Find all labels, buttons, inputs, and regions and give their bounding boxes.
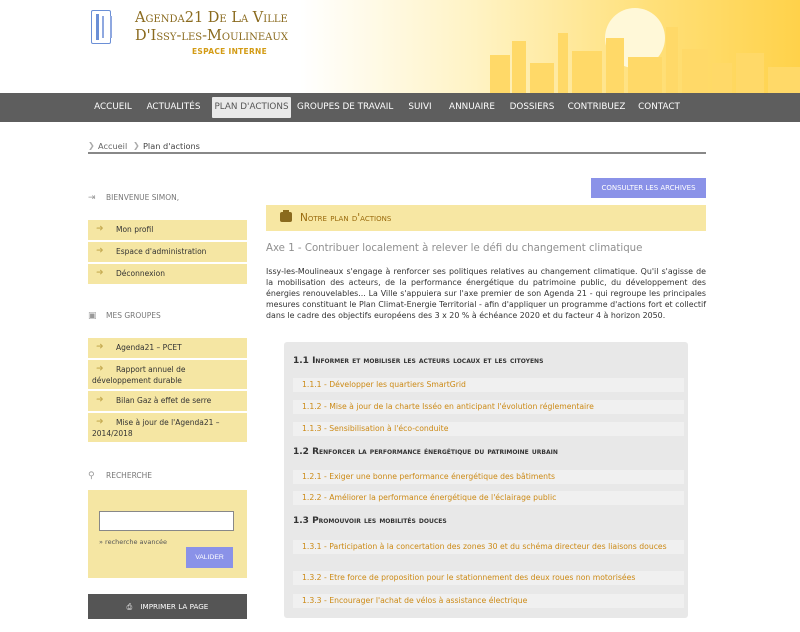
arrow-right-icon: ➜ <box>96 268 104 278</box>
sidebar-group-agenda21-pcet[interactable]: ➜ Agenda21 – PCET <box>88 338 247 360</box>
arrow-right-icon: ➜ <box>96 395 104 405</box>
sidebar-item-deconnexion[interactable]: ➜ Déconnexion <box>88 264 247 286</box>
section-1-3-title: 1.3 Promouvoir les mobilités douces <box>293 516 447 526</box>
section-1-1-title: 1.1 Informer et mobiliser les acteurs lo… <box>293 356 544 366</box>
site-title-line1: Agenda21 De La Ville <box>135 10 288 26</box>
print-page-label: IMPRIMER LA PAGE <box>140 602 209 611</box>
nav-item-dossiers[interactable]: DOSSIERS <box>505 97 559 118</box>
breadcrumb-home-link[interactable]: Accueil <box>98 140 127 152</box>
site-title-line2: D'Issy-les-Moulineaux <box>135 28 288 44</box>
breadcrumb-arrow-icon: ❯ <box>133 141 140 150</box>
arrow-right-icon: ➜ <box>96 364 104 374</box>
search-input[interactable] <box>99 511 234 531</box>
sidebar-group-rapport-annuel[interactable]: ➜ Rapport annuel de développement durable <box>88 360 247 391</box>
nav-item-groupes-travail[interactable]: GROUPES DE TRAVAIL <box>297 97 393 118</box>
printer-icon: ⎙ <box>126 602 133 611</box>
sidebar-item-label: Espace d'administration <box>116 247 207 256</box>
briefcase-icon <box>280 210 292 222</box>
sidebar-item-label: Mon profil <box>116 225 154 234</box>
action-1-1-2-link[interactable]: 1.1.2 - Mise à jour de la charte Isséo e… <box>293 400 684 414</box>
action-1-3-3-link[interactable]: 1.3.3 - Encourager l'achat de vélos à as… <box>293 594 684 608</box>
header-illustration <box>300 0 800 93</box>
login-icon: ⇥ <box>88 193 96 203</box>
search-panel: » recherche avancée VALIDER <box>88 490 247 578</box>
advanced-search-link[interactable]: » recherche avancée <box>99 538 167 546</box>
action-1-3-2-link[interactable]: 1.3.2 - Etre force de proposition pour l… <box>293 571 684 585</box>
sidebar-item-label: Rapport annuel de développement durable <box>92 365 186 385</box>
account-menu: ➜ Mon profil ➜ Espace d'administration ➜ Dé… <box>88 220 247 286</box>
welcome-text: BIENVENUE SIMON, <box>106 193 180 202</box>
nav-item-accueil[interactable]: ACCUEIL <box>88 97 138 118</box>
action-1-3-1-link[interactable]: 1.3.1 - Participation à la concertation … <box>293 540 684 554</box>
sidebar-item-administration[interactable]: ➜ Espace d'administration <box>88 242 247 264</box>
sidebar-item-label: Agenda21 – PCET <box>116 343 182 352</box>
action-1-1-3-link[interactable]: 1.1.3 - Sensibilisation à l'éco-conduite <box>293 422 684 436</box>
action-1-2-1-link[interactable]: 1.2.1 - Exiger une bonne performance éne… <box>293 470 684 484</box>
nav-item-suivi[interactable]: SUIVI <box>402 97 438 118</box>
groups-menu: ➜ Agenda21 – PCET ➜ Rapport annuel de déve… <box>88 338 247 444</box>
action-1-2-2-link[interactable]: 1.2.2 - Améliorer la performance énergét… <box>293 491 684 505</box>
sidebar-item-label: Déconnexion <box>116 269 165 278</box>
breadcrumb: ❯ Accueil ❯ Plan d'actions <box>88 140 706 154</box>
nav-item-annuaire[interactable]: ANNUAIRE <box>444 97 500 118</box>
print-page-button[interactable]: ⎙ IMPRIMER LA PAGE <box>88 594 247 619</box>
welcome-heading: ⇥ BIENVENUE SIMON, <box>88 191 179 205</box>
action-1-1-1-link[interactable]: 1.1.1 - Développer les quartiers SmartGr… <box>293 378 684 392</box>
search-heading-text: RECHERCHE <box>106 471 153 480</box>
action-plan-panel: 1.1 Informer et mobiliser les acteurs lo… <box>284 342 688 618</box>
sidebar-item-profil[interactable]: ➜ Mon profil <box>88 220 247 242</box>
section-1-2-title: 1.2 Renforcer la performance énergétique… <box>293 447 558 457</box>
sidebar-item-label: Mise à jour de l'Agenda21 – 2014/2018 <box>92 418 220 438</box>
section-header: Notre plan d'actions <box>266 205 706 231</box>
archives-button[interactable]: CONSULTER LES ARCHIVES <box>591 178 706 198</box>
nav-item-actualites[interactable]: ACTUALITÉS <box>142 97 205 118</box>
groups-heading-text: MES GROUPES <box>106 311 161 320</box>
site-subtitle: ESPACE INTERNE <box>192 47 268 56</box>
sidebar-item-label: Bilan Gaz à effet de serre <box>116 396 212 405</box>
arrow-right-icon: ➜ <box>96 224 104 234</box>
intro-paragraph: Issy-les-Moulineaux s'engage à renforcer… <box>266 267 706 320</box>
search-heading: ⚲ RECHERCHE <box>88 469 152 483</box>
sidebar-group-mise-a-jour[interactable]: ➜ Mise à jour de l'Agenda21 – 2014/2018 <box>88 413 247 444</box>
nav-item-contact[interactable]: CONTACT <box>634 97 684 118</box>
nav-item-plan-actions[interactable]: PLAN D'ACTIONS <box>212 97 291 118</box>
site-title[interactable]: Agenda21 De La Ville D'Issy-les-Moulinea… <box>135 9 288 45</box>
arrow-right-icon: ➜ <box>96 246 104 256</box>
city-logo[interactable] <box>91 10 112 44</box>
section-title: Notre plan d'actions <box>300 212 392 224</box>
breadcrumb-current: Plan d'actions <box>143 141 200 151</box>
nav-item-contribuez[interactable]: CONTRIBUEZ <box>565 97 628 118</box>
groups-heading: ▣ MES GROUPES <box>88 309 161 323</box>
validate-button[interactable]: VALIDER <box>186 547 233 568</box>
search-icon: ⚲ <box>88 471 95 481</box>
site-header: Agenda21 De La Ville D'Issy-les-Moulinea… <box>0 0 800 93</box>
arrow-right-icon: ➜ <box>96 342 104 352</box>
axe-title: Axe 1 - Contribuer localement à relever … <box>266 243 643 254</box>
sidebar-group-bilan-gaz[interactable]: ➜ Bilan Gaz à effet de serre <box>88 391 247 413</box>
main-nav: ACCUEIL ACTUALITÉS PLAN D'ACTIONS GROUPE… <box>0 93 800 122</box>
breadcrumb-arrow-icon: ❯ <box>88 141 95 150</box>
briefcase-icon: ▣ <box>88 311 97 321</box>
arrow-right-icon: ➜ <box>96 417 104 427</box>
